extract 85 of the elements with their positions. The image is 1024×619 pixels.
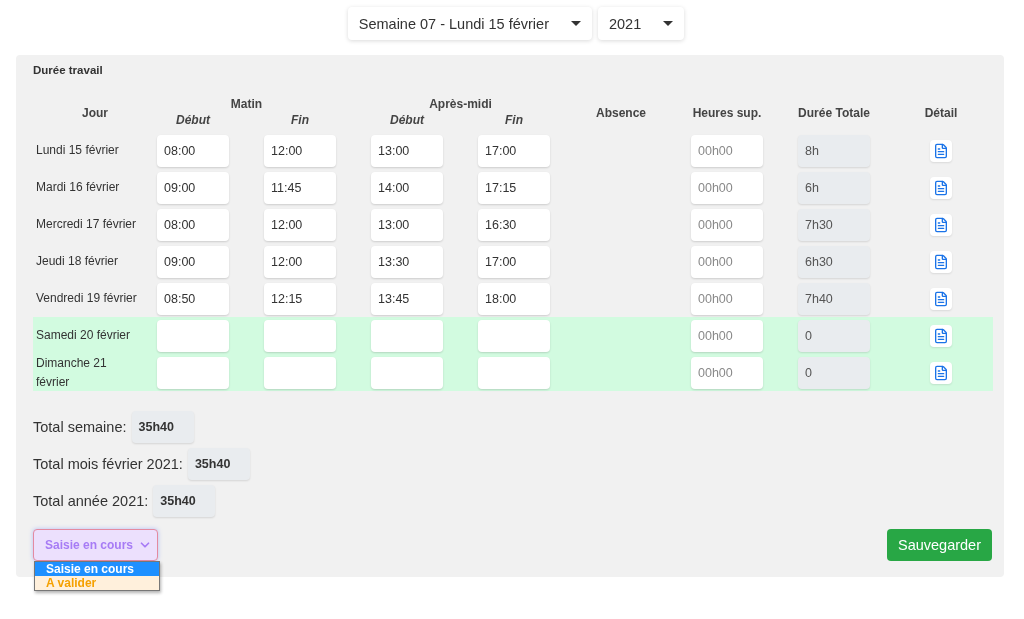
day-label: Vendredi 19 février — [35, 289, 138, 307]
day-label: Samedi 20 février — [35, 326, 132, 344]
overtime-input[interactable]: 00h00 — [691, 134, 763, 167]
week-select[interactable]: Semaine 07 - Lundi 15 février — [347, 7, 592, 40]
time-input[interactable]: 13:45 — [371, 282, 443, 315]
overtime-input[interactable]: 00h00 — [691, 282, 763, 315]
total-label: Total année 2021: — [33, 493, 149, 509]
total-field: 6h — [798, 171, 870, 204]
column-header: Début — [389, 113, 426, 127]
year-select[interactable]: 2021 — [598, 7, 685, 40]
caret-icon — [571, 21, 581, 26]
overtime-input[interactable]: 00h00 — [691, 319, 763, 352]
day-label: Jeudi 18 février — [35, 252, 120, 270]
column-header: Après-midi — [428, 97, 493, 111]
time-input[interactable]: 13:30 — [371, 245, 443, 278]
overtime-input[interactable]: 00h00 — [691, 357, 763, 390]
day-label: Mercredi 17 février — [35, 215, 138, 233]
overtime-input[interactable]: 00h00 — [691, 171, 763, 204]
total-value: 35h40 — [131, 411, 194, 443]
overtime-input[interactable]: 00h00 — [691, 245, 763, 278]
document-icon — [933, 179, 949, 196]
time-input[interactable]: 12:00 — [264, 208, 336, 241]
total-field: 7h40 — [798, 282, 870, 315]
total-label: Total semaine: — [33, 419, 127, 435]
total-field: 8h — [798, 134, 870, 167]
time-input[interactable]: 08:00 — [157, 134, 229, 167]
time-input[interactable] — [157, 319, 229, 352]
detail-button[interactable] — [930, 362, 952, 385]
document-icon — [933, 253, 949, 270]
column-header: Début — [175, 113, 212, 127]
time-input[interactable]: 11:45 — [264, 171, 336, 204]
total-value: 35h40 — [187, 448, 250, 480]
time-input[interactable] — [371, 319, 443, 352]
total-field: 0 — [798, 357, 870, 390]
total-field: 7h30 — [798, 208, 870, 241]
column-header: Fin — [504, 113, 524, 127]
time-input[interactable]: 13:00 — [371, 134, 443, 167]
time-input[interactable] — [157, 357, 229, 390]
total-field: 0 — [798, 319, 870, 352]
time-input[interactable]: 08:50 — [157, 282, 229, 315]
time-input[interactable] — [264, 319, 336, 352]
document-icon — [933, 290, 949, 307]
detail-button[interactable] — [930, 176, 952, 199]
detail-button[interactable] — [930, 250, 952, 273]
column-header: Durée Totale — [798, 104, 870, 120]
column-header: Détail — [923, 104, 959, 120]
detail-button[interactable] — [930, 324, 952, 347]
time-input[interactable]: 09:00 — [157, 171, 229, 204]
time-input[interactable]: 12:00 — [264, 245, 336, 278]
document-icon — [933, 327, 949, 344]
time-input[interactable] — [478, 319, 550, 352]
total-value: 35h40 — [153, 485, 216, 517]
time-input[interactable]: 17:15 — [478, 171, 550, 204]
time-input[interactable]: 14:00 — [371, 171, 443, 204]
total-field: 6h30 — [798, 245, 870, 278]
time-input[interactable]: 08:00 — [157, 208, 229, 241]
column-header: Fin — [290, 113, 310, 127]
panel-title: Durée travail — [33, 64, 104, 76]
time-input[interactable] — [371, 357, 443, 390]
time-input[interactable]: 17:00 — [478, 245, 550, 278]
overtime-input[interactable]: 00h00 — [691, 208, 763, 241]
time-input[interactable] — [478, 357, 550, 390]
document-icon — [933, 216, 949, 233]
total-label: Total mois février 2021: — [33, 456, 183, 472]
time-input[interactable]: 12:15 — [264, 282, 336, 315]
time-input[interactable]: 16:30 — [478, 208, 550, 241]
time-input[interactable]: 09:00 — [157, 245, 229, 278]
document-icon — [933, 365, 949, 382]
time-input[interactable]: 18:00 — [478, 282, 550, 315]
day-label: Mardi 16 février — [35, 178, 121, 196]
day-label: Dimanche 21 février — [35, 355, 108, 392]
column-header: Matin — [229, 97, 264, 111]
column-header: Absence — [595, 104, 647, 120]
detail-button[interactable] — [930, 287, 952, 310]
day-label: Lundi 15 février — [35, 141, 120, 159]
caret-icon — [663, 21, 674, 26]
document-icon — [933, 142, 949, 159]
time-input[interactable]: 13:00 — [371, 208, 443, 241]
time-input[interactable]: 17:00 — [478, 134, 550, 167]
time-input[interactable] — [264, 357, 336, 390]
column-header: Heures sup. — [691, 104, 763, 120]
detail-button[interactable] — [930, 139, 952, 162]
time-input[interactable]: 12:00 — [264, 134, 336, 167]
detail-button[interactable] — [930, 213, 952, 236]
column-header: Jour — [81, 104, 109, 120]
